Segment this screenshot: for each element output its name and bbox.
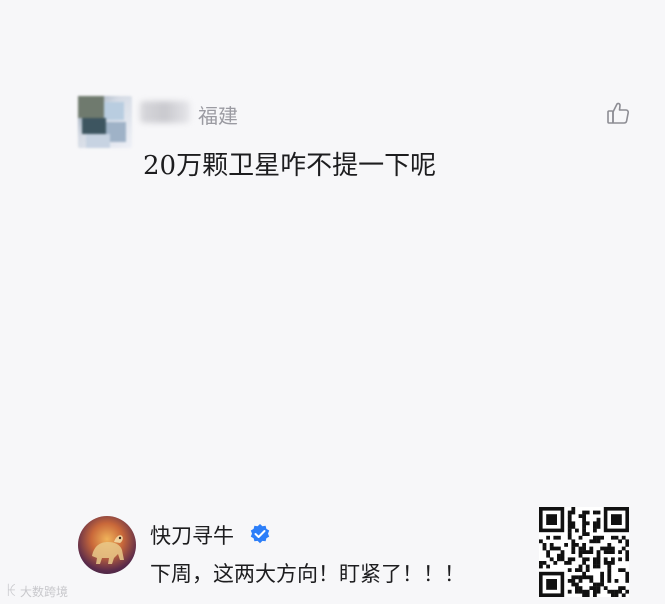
commenter-name-redacted — [140, 101, 190, 123]
verified-check-icon — [249, 523, 271, 545]
thumbs-up-icon[interactable] — [605, 100, 631, 126]
post-text: 下周，这两大方向！盯紧了！！！ — [150, 562, 465, 586]
qr-code[interactable] — [539, 507, 630, 598]
comment-location: 福建 — [198, 104, 238, 128]
commenter-avatar[interactable] — [78, 96, 132, 148]
watermark: ꀘ 大数跨境 — [6, 584, 68, 600]
comment-text: 20万颗卫星咋不提一下呢 — [143, 151, 437, 181]
author-name[interactable]: 快刀寻牛 — [150, 520, 234, 550]
author-avatar[interactable] — [78, 516, 136, 574]
